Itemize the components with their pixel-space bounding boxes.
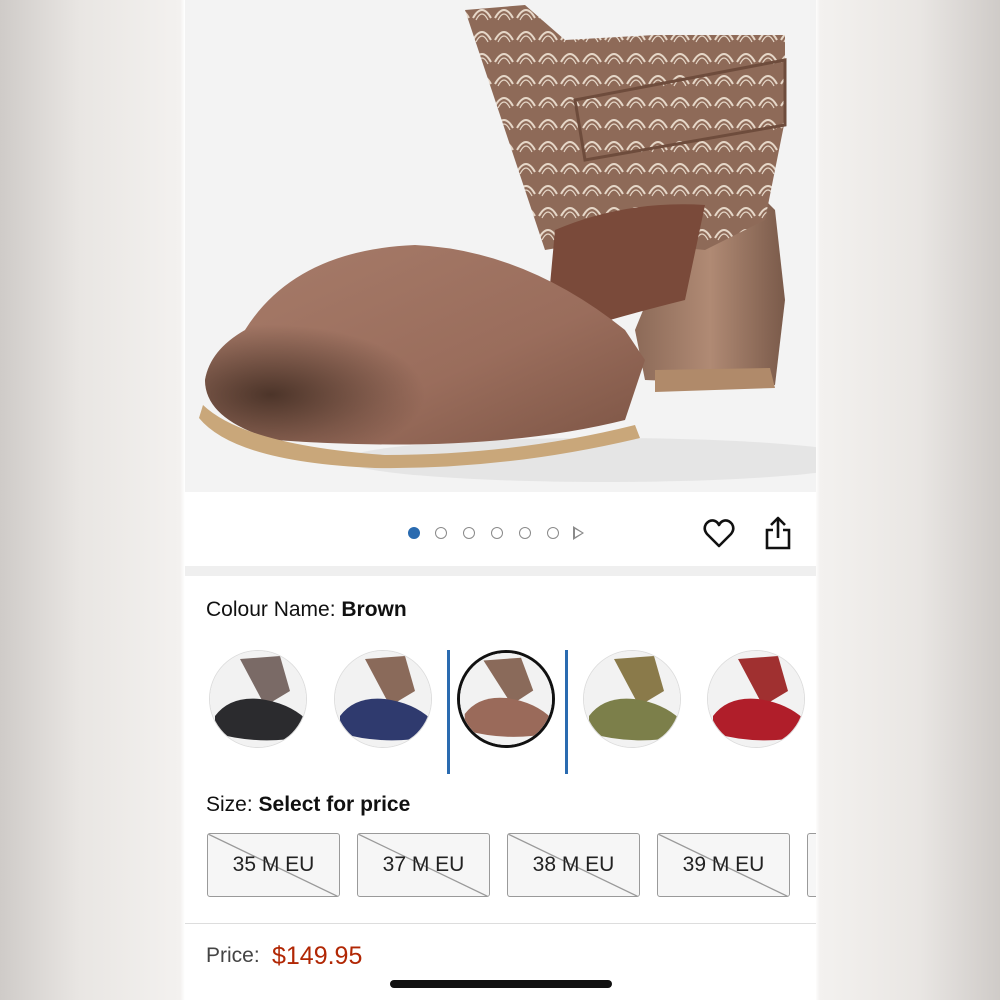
selected-indicator-left [447,650,450,774]
colour-swatch-brown[interactable] [457,650,555,748]
swatch-image [460,653,552,745]
home-indicator[interactable] [390,980,612,988]
swatch-image [210,651,306,747]
colour-value: Brown [341,598,407,621]
colour-label-text: Colour Name: [206,598,342,621]
page-dot-2[interactable] [435,527,447,539]
product-image[interactable] [185,0,816,492]
size-option-37[interactable]: 37 M EU [357,833,490,897]
size-option-38[interactable]: 38 M EU [507,833,640,897]
swatch-image [584,651,680,747]
heart-icon[interactable] [702,517,736,551]
page-dot-3[interactable] [463,527,475,539]
size-option-39[interactable]: 39 M EU [657,833,790,897]
product-page: Colour Name: Brown Size: Select for pric… [185,0,816,1000]
size-option-next[interactable] [807,833,816,897]
play-icon[interactable] [573,526,584,540]
colour-name-label: Colour Name: Brown [206,598,407,622]
price-divider [185,923,816,924]
size-option-35[interactable]: 35 M EU [207,833,340,897]
swatch-image [708,651,804,747]
price-label: Price: [206,944,260,967]
page-dot-5[interactable] [519,527,531,539]
page-dot-4[interactable] [491,527,503,539]
shoe-illustration [199,5,816,482]
size-option-label: 38 M EU [532,853,615,876]
price-value: $149.95 [272,942,363,970]
colour-swatch-navy[interactable] [334,650,432,748]
selected-indicator-right [565,650,568,774]
page-dot-6[interactable] [547,527,559,539]
size-option-label: 39 M EU [682,853,765,876]
size-option-label: 35 M EU [232,853,315,876]
size-value: Select for price [258,793,411,816]
size-label-text: Size: [206,793,259,816]
size-option-label: 37 M EU [382,853,465,876]
swatch-image [335,651,431,747]
colour-swatch-olive[interactable] [583,650,681,748]
section-divider [185,566,816,576]
page-dot-1[interactable] [408,527,420,539]
size-label: Size: Select for price [206,793,410,817]
share-icon[interactable] [763,515,793,551]
colour-swatch-red[interactable] [707,650,805,748]
colour-swatch-black[interactable] [209,650,307,748]
